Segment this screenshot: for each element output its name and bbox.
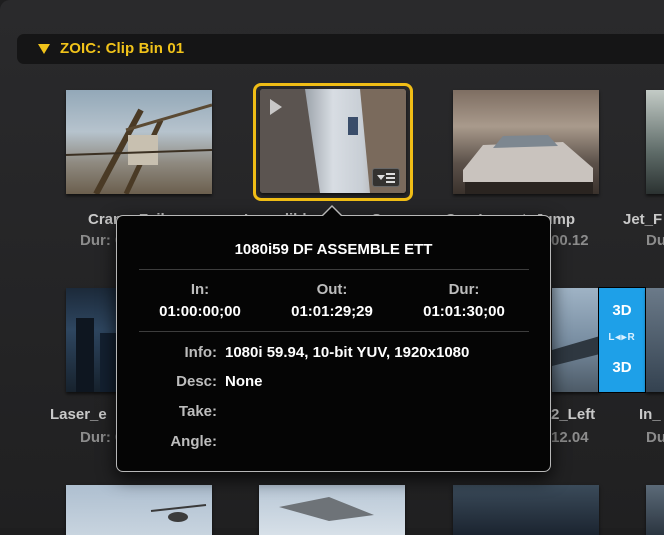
clip-info-tooltip: 1080i59 DF ASSEMBLE ETT In: 01:00:00;00 … <box>116 205 551 472</box>
tooltip-title: 1080i59 DF ASSEMBLE ETT <box>234 241 433 258</box>
clip-duration-car-impact: 00.12 <box>551 232 589 249</box>
bin-title: ZOIC: Clip Bin 01 <box>60 40 185 57</box>
play-icon[interactable] <box>270 99 282 115</box>
clip-duration-jet: Du <box>646 232 664 249</box>
clip-name-in: In_ <box>639 406 661 423</box>
clip-thumbnail-incredible-jump[interactable] <box>260 89 406 193</box>
badge-3d-bottom: 3D <box>612 359 632 376</box>
clip-menu-icon[interactable] <box>372 168 400 187</box>
clip-name-laser: Laser_e <box>50 406 107 423</box>
clip-thumbnail-car-impact[interactable] <box>453 90 599 194</box>
clip-duration-in: Du <box>646 429 664 446</box>
tooltip-arrow-fill <box>322 207 342 217</box>
info-label: Info: <box>184 344 217 361</box>
badge-lr-indicator: L◂▸R <box>608 332 636 343</box>
clip-name-2-left: 2_Left <box>551 406 596 423</box>
clip-name-jet: Jet_F <box>623 211 663 228</box>
disclosure-triangle-icon[interactable] <box>38 44 50 54</box>
out-value: 01:01:29;29 <box>291 303 373 320</box>
tooltip-divider-bottom <box>139 331 529 332</box>
angle-label: Angle: <box>170 433 217 450</box>
clip-thumbnail-jet[interactable] <box>646 90 664 194</box>
desc-value: None <box>225 373 263 390</box>
clip-thumbnail-2-left[interactable] <box>552 288 600 392</box>
in-value: 01:00:00;00 <box>159 303 241 320</box>
info-value: 1080i 59.94, 10-bit YUV, 1920x1080 <box>225 344 470 361</box>
stereo-3d-badge: 3D L◂▸R 3D <box>598 287 646 393</box>
clip-duration-2-left: 12.04 <box>551 429 589 446</box>
out-point: Out: 01:01:29;29 <box>267 281 397 320</box>
badge-3d-top: 3D <box>612 302 632 319</box>
desc-label: Desc: <box>176 373 217 390</box>
clip-thumbnail-in[interactable] <box>646 288 664 392</box>
duration-value: 01:01:30;00 <box>423 303 505 320</box>
tooltip-divider-top <box>139 269 529 270</box>
clip-thumbnail-crane[interactable] <box>66 90 212 194</box>
in-label: In: <box>190 281 210 298</box>
duration-label: Dur: <box>448 281 480 298</box>
duration: Dur: 01:01:30;00 <box>399 281 529 320</box>
clip-bin-header[interactable]: ZOIC: Clip Bin 01 <box>17 34 664 64</box>
take-label: Take: <box>178 403 217 420</box>
in-point: In: 01:00:00;00 <box>135 281 265 320</box>
out-label: Out: <box>316 281 348 298</box>
